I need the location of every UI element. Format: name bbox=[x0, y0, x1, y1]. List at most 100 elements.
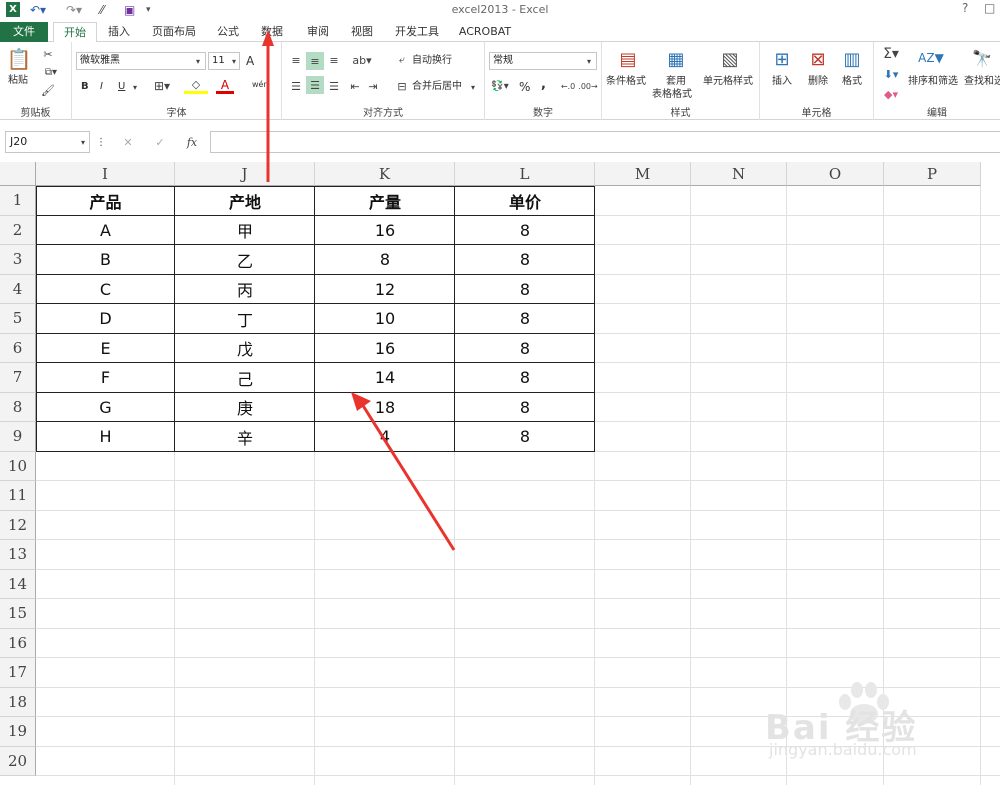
number-format-dropdown-icon[interactable]: ▾ bbox=[583, 53, 595, 69]
align-left-icon[interactable]: ☰ bbox=[288, 78, 304, 94]
delete-cells-button[interactable]: 删除 bbox=[808, 75, 828, 89]
tab-developer[interactable]: 开发工具 bbox=[390, 23, 444, 42]
cell-styles-icon[interactable]: ▧ bbox=[718, 46, 742, 72]
row-header[interactable]: 7 bbox=[0, 363, 36, 393]
table-header-cell[interactable]: 产品 bbox=[36, 186, 175, 216]
table-cell[interactable]: E bbox=[36, 334, 175, 364]
insert-function-icon[interactable]: fx bbox=[184, 135, 200, 149]
find-select-icon[interactable]: 🔭 bbox=[970, 46, 994, 70]
format-table-icon[interactable]: ▦ bbox=[664, 46, 688, 72]
more-options-icon[interactable]: ⋮ bbox=[96, 135, 106, 149]
row-header[interactable]: 16 bbox=[0, 628, 36, 658]
row-header[interactable]: 9 bbox=[0, 422, 36, 452]
merge-dropdown-icon[interactable]: ▾ bbox=[468, 80, 478, 94]
merge-center-button[interactable]: 合并后居中 bbox=[412, 80, 462, 94]
insert-cells-button[interactable]: 插入 bbox=[772, 75, 792, 89]
align-center-icon[interactable]: ☰ bbox=[306, 76, 324, 94]
tab-file[interactable]: 文件 bbox=[0, 22, 48, 42]
row-header[interactable]: 2 bbox=[0, 215, 36, 245]
bold-button[interactable]: B bbox=[81, 80, 89, 94]
table-cell[interactable]: 10 bbox=[315, 304, 455, 334]
comma-button[interactable]: , bbox=[541, 78, 546, 92]
row-header[interactable]: 20 bbox=[0, 746, 36, 776]
format-table-button-line2[interactable]: 表格格式 bbox=[652, 88, 692, 102]
column-header[interactable]: P bbox=[884, 162, 981, 186]
column-header[interactable]: I bbox=[36, 162, 175, 186]
row-header[interactable]: 8 bbox=[0, 392, 36, 422]
table-header-cell[interactable]: 产量 bbox=[315, 186, 455, 216]
increase-decimal-icon[interactable]: ←.0 bbox=[559, 78, 577, 94]
align-bottom-icon[interactable]: ≡ bbox=[326, 52, 342, 68]
conditional-format-icon[interactable]: ▤ bbox=[616, 46, 640, 72]
table-cell[interactable]: 己 bbox=[175, 363, 315, 393]
row-header[interactable]: 14 bbox=[0, 569, 36, 599]
tab-acrobat[interactable]: ACROBAT bbox=[455, 23, 515, 42]
column-header[interactable]: L bbox=[455, 162, 595, 186]
column-header[interactable]: M bbox=[595, 162, 691, 186]
sort-filter-button[interactable]: 排序和筛选 bbox=[908, 75, 958, 89]
table-cell[interactable]: F bbox=[36, 363, 175, 393]
grow-font-button[interactable]: A bbox=[246, 54, 254, 68]
font-name-dropdown-icon[interactable]: ▾ bbox=[192, 53, 204, 69]
align-right-icon[interactable]: ☰ bbox=[326, 78, 342, 94]
fill-icon[interactable]: ⬇▾ bbox=[878, 66, 904, 82]
table-cell[interactable]: 14 bbox=[315, 363, 455, 393]
row-header[interactable]: 18 bbox=[0, 687, 36, 717]
column-header[interactable]: N bbox=[691, 162, 787, 186]
row-header[interactable]: 17 bbox=[0, 658, 36, 688]
paste-icon[interactable]: 📋 bbox=[7, 46, 32, 72]
currency-icon[interactable]: 💱▾ bbox=[489, 78, 511, 94]
name-box-dropdown-icon[interactable]: ▾ bbox=[78, 135, 88, 149]
table-cell[interactable]: A bbox=[36, 216, 175, 246]
sort-filter-icon[interactable]: AZ▼ bbox=[918, 46, 944, 70]
align-middle-icon[interactable]: ≡ bbox=[306, 52, 324, 70]
tab-formulas[interactable]: 公式 bbox=[208, 23, 248, 42]
table-cell[interactable]: 乙 bbox=[175, 245, 315, 275]
confirm-entry-icon[interactable]: ✓ bbox=[152, 135, 168, 149]
row-header[interactable]: 12 bbox=[0, 510, 36, 540]
format-cells-button[interactable]: 格式 bbox=[842, 75, 862, 89]
table-cell[interactable]: H bbox=[36, 422, 175, 452]
table-cell[interactable]: 8 bbox=[455, 422, 595, 452]
tab-data[interactable]: 数据 bbox=[252, 23, 292, 42]
tab-view[interactable]: 视图 bbox=[342, 23, 382, 42]
format-table-button-line1[interactable]: 套用 bbox=[666, 75, 686, 89]
table-cell[interactable]: 8 bbox=[455, 393, 595, 423]
decrease-decimal-icon[interactable]: .00→ bbox=[578, 78, 597, 94]
restore-button[interactable]: □ bbox=[984, 1, 995, 15]
table-cell[interactable]: 丙 bbox=[175, 275, 315, 305]
wrap-text-icon[interactable]: ⤶ bbox=[394, 52, 410, 68]
table-cell[interactable]: 庚 bbox=[175, 393, 315, 423]
column-header[interactable]: K bbox=[315, 162, 455, 186]
borders-icon[interactable]: ⊞▾ bbox=[150, 78, 174, 94]
row-header[interactable]: 1 bbox=[0, 186, 36, 216]
formula-input[interactable] bbox=[210, 131, 1000, 153]
row-header[interactable]: 11 bbox=[0, 481, 36, 511]
cancel-entry-icon[interactable]: ✕ bbox=[120, 135, 136, 149]
table-cell[interactable]: 甲 bbox=[175, 216, 315, 246]
font-name-select[interactable]: 微软雅黑 bbox=[76, 52, 206, 70]
format-cells-icon[interactable]: ▥ bbox=[840, 46, 864, 72]
table-cell[interactable]: 18 bbox=[315, 393, 455, 423]
underline-button[interactable]: U bbox=[118, 80, 125, 94]
number-format-select[interactable]: 常规 bbox=[489, 52, 597, 70]
delete-cells-icon[interactable]: ⊠ bbox=[806, 46, 830, 72]
orientation-icon[interactable]: ab▾ bbox=[350, 52, 374, 68]
increase-indent-icon[interactable]: ⇥ bbox=[366, 78, 380, 94]
column-header[interactable]: O bbox=[787, 162, 884, 186]
tab-home[interactable]: 开始 bbox=[53, 22, 97, 43]
row-header[interactable]: 3 bbox=[0, 245, 36, 275]
table-cell[interactable]: B bbox=[36, 245, 175, 275]
table-cell[interactable]: 12 bbox=[315, 275, 455, 305]
decrease-indent-icon[interactable]: ⇤ bbox=[348, 78, 362, 94]
find-select-button[interactable]: 查找和选 bbox=[964, 75, 1000, 89]
row-header[interactable]: 5 bbox=[0, 304, 36, 334]
tab-insert[interactable]: 插入 bbox=[100, 23, 138, 42]
table-cell[interactable]: 戊 bbox=[175, 334, 315, 364]
table-cell[interactable]: 丁 bbox=[175, 304, 315, 334]
table-cell[interactable]: 辛 bbox=[175, 422, 315, 452]
tab-page-layout[interactable]: 页面布局 bbox=[145, 23, 203, 42]
format-painter-icon[interactable]: 🖌 bbox=[40, 82, 56, 98]
row-header[interactable]: 6 bbox=[0, 333, 36, 363]
percent-button[interactable]: % bbox=[519, 80, 530, 94]
